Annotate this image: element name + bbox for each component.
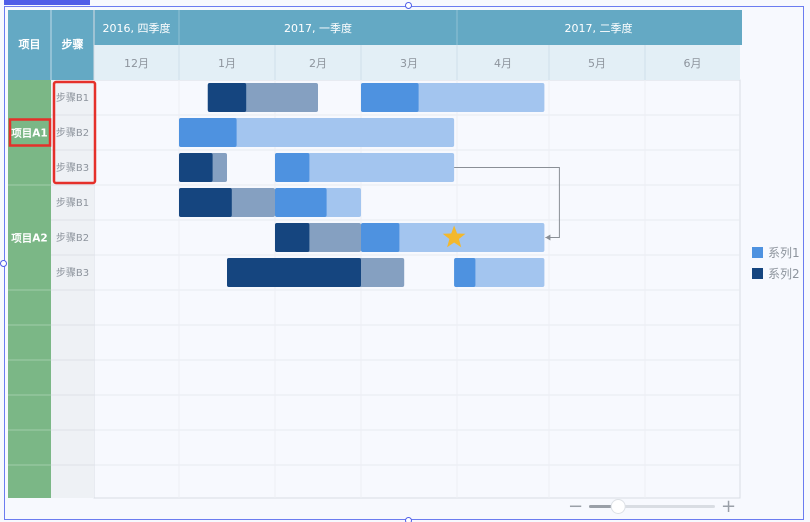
- step-label[interactable]: 步骤B3: [56, 267, 89, 279]
- month-label: 6月: [684, 57, 702, 70]
- task-progress[interactable]: [207, 83, 247, 112]
- step-column: [51, 80, 94, 498]
- zoom-slider[interactable]: − +: [567, 496, 739, 517]
- task-progress[interactable]: [454, 258, 476, 287]
- project-column-header: 项目: [19, 38, 41, 51]
- step-label[interactable]: 步骤B2: [56, 127, 89, 139]
- legend-label[interactable]: 系列2: [768, 267, 800, 281]
- project-column: [8, 80, 51, 498]
- task-progress[interactable]: [179, 118, 237, 147]
- quarter-label: 2017, 二季度: [565, 21, 633, 35]
- gantt-chart: 项目 步骤 2016, 四季度 2017, 一季度 2017, 二季度 12月 1月 2月 3月…: [8, 10, 800, 499]
- task-progress[interactable]: [227, 258, 361, 287]
- project-label[interactable]: 项目A2: [11, 233, 47, 245]
- zoom-knob[interactable]: [610, 499, 626, 514]
- quarter-label: 2016, 四季度: [103, 21, 171, 35]
- month-label: 1月: [218, 57, 236, 70]
- step-label[interactable]: 步骤B1: [56, 92, 89, 104]
- task-progress[interactable]: [275, 188, 327, 217]
- legend-label[interactable]: 系列1: [768, 246, 800, 260]
- month-label: 2月: [309, 57, 327, 70]
- month-label: 3月: [400, 57, 418, 70]
- task-progress[interactable]: [179, 153, 213, 182]
- zoom-plus-button[interactable]: +: [721, 496, 736, 517]
- step-column-header: 步骤: [62, 37, 84, 51]
- zoom-minus-button[interactable]: −: [568, 496, 583, 517]
- task-progress[interactable]: [361, 223, 400, 252]
- gantt-editor-canvas: 项目 步骤 2016, 四季度 2017, 一季度 2017, 二季度 12月 1月 2月 3月…: [0, 0, 810, 522]
- step-label[interactable]: 步骤B2: [56, 232, 89, 244]
- task-progress[interactable]: [179, 188, 232, 217]
- step-label[interactable]: 步骤B3: [56, 162, 89, 174]
- month-label: 5月: [588, 57, 606, 70]
- task-progress[interactable]: [361, 83, 419, 112]
- month-label: 12月: [124, 57, 149, 70]
- legend-swatch[interactable]: [752, 268, 763, 279]
- step-label[interactable]: 步骤B1: [56, 197, 89, 209]
- month-label: 4月: [494, 57, 512, 70]
- legend-swatch[interactable]: [752, 247, 763, 258]
- zoom-track-fill: [589, 505, 615, 508]
- quarter-label: 2017, 一季度: [284, 21, 352, 35]
- project-label[interactable]: 项目A1: [11, 128, 47, 140]
- task-progress[interactable]: [275, 223, 310, 252]
- task-progress[interactable]: [275, 153, 310, 182]
